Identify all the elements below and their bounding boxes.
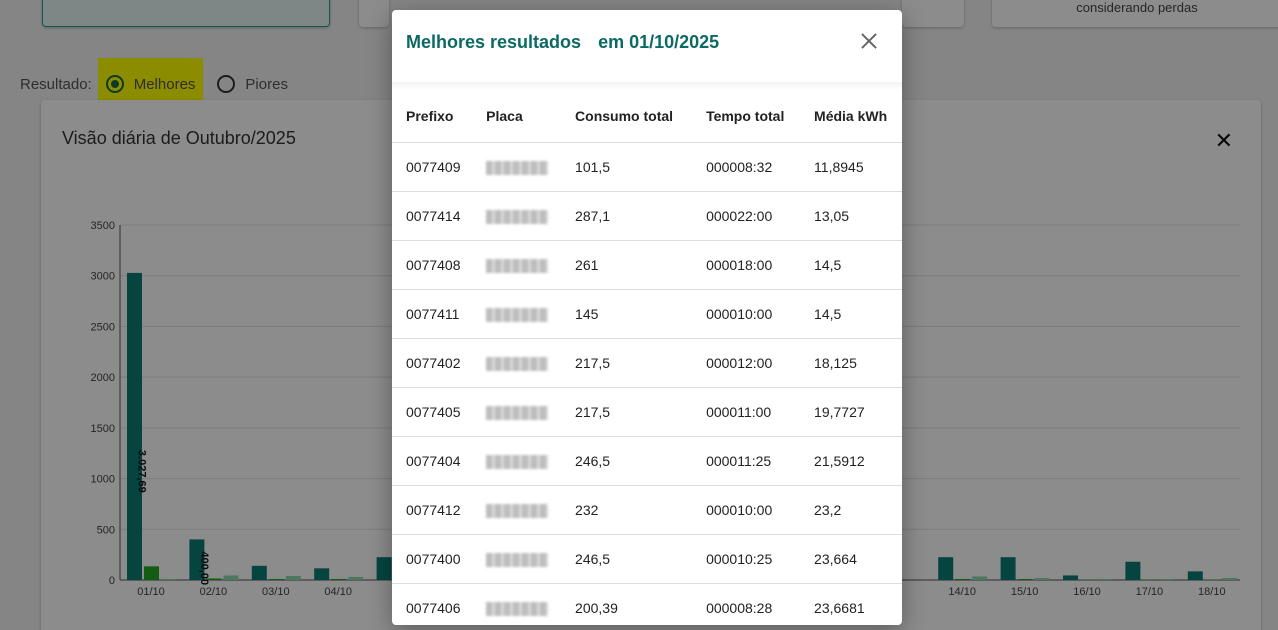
cell-tempo: 000011:00 (692, 387, 801, 437)
cell-consumo: 261 (561, 240, 693, 290)
table-row[interactable]: 0077408 261 000018:00 14,5 (392, 240, 902, 290)
table-row[interactable]: 0077409 101,5 000008:32 11,8945 (392, 142, 902, 192)
table-row[interactable]: 0077412 232 000010:00 23,2 (392, 485, 902, 535)
table-row[interactable]: 0077406 200,39 000008:28 23,6681 (392, 583, 902, 625)
cell-consumo: 101,5 (561, 142, 693, 192)
cell-tempo: 000010:25 (692, 534, 801, 584)
cell-prefixo: 0077400 (392, 534, 473, 584)
cell-placa (472, 240, 562, 290)
table-row[interactable]: 0077414 287,1 000022:00 13,05 (392, 191, 902, 241)
cell-tempo: 000011:25 (692, 436, 801, 486)
cell-prefixo: 0077406 (392, 583, 473, 625)
cell-placa (472, 485, 562, 535)
cell-media: 13,05 (800, 191, 902, 241)
modal-title-date: em 01/10/2025 (598, 32, 720, 52)
redacted-plate (486, 209, 549, 224)
cell-consumo: 246,5 (561, 436, 693, 486)
cell-consumo: 287,1 (561, 191, 693, 241)
table-header-row: Prefixo Placa Consumo total Tempo total … (392, 90, 902, 143)
table-row[interactable]: 0077411 145 000010:00 14,5 (392, 289, 902, 339)
cell-placa (472, 338, 562, 388)
redacted-plate (486, 552, 549, 567)
redacted-plate (486, 601, 549, 616)
table-row[interactable]: 0077404 246,5 000011:25 21,5912 (392, 436, 902, 486)
table-row[interactable]: 0077405 217,5 000011:00 19,7727 (392, 387, 902, 437)
col-placa[interactable]: Placa (472, 90, 562, 143)
modal-divider (392, 82, 902, 90)
cell-tempo: 000008:32 (692, 142, 801, 192)
modal-title: Melhores resultados em 01/10/2025 (406, 32, 719, 53)
col-consumo[interactable]: Consumo total (561, 90, 693, 143)
cell-placa (472, 583, 562, 625)
cell-placa (472, 534, 562, 584)
table-row[interactable]: 0077402 217,5 000012:00 18,125 (392, 338, 902, 388)
cell-prefixo: 0077412 (392, 485, 473, 535)
cell-prefixo: 0077409 (392, 142, 473, 192)
col-prefixo[interactable]: Prefixo (392, 90, 473, 143)
modal-title-text: Melhores resultados (406, 32, 582, 52)
cell-tempo: 000010:00 (692, 485, 801, 535)
close-icon[interactable] (860, 32, 878, 50)
table-body: 0077409 101,5 000008:32 11,8945 0077414 287,1… (392, 142, 902, 625)
cell-consumo: 200,39 (561, 583, 693, 625)
cell-placa (472, 436, 562, 486)
cell-prefixo: 0077408 (392, 240, 473, 290)
cell-media: 11,8945 (800, 142, 902, 192)
cell-prefixo: 0077414 (392, 191, 473, 241)
cell-placa (472, 142, 562, 192)
results-table: Prefixo Placa Consumo total Tempo total … (392, 90, 902, 625)
cell-media: 23,6681 (800, 583, 902, 625)
col-media[interactable]: Média kWh (800, 90, 902, 143)
redacted-plate (486, 160, 549, 175)
cell-placa (472, 387, 562, 437)
redacted-plate (486, 503, 549, 518)
cell-placa (472, 191, 562, 241)
cell-consumo: 217,5 (561, 338, 693, 388)
cell-media: 18,125 (800, 338, 902, 388)
cell-tempo: 000022:00 (692, 191, 801, 241)
cell-media: 21,5912 (800, 436, 902, 486)
cell-media: 14,5 (800, 240, 902, 290)
cell-placa (472, 289, 562, 339)
cell-prefixo: 0077411 (392, 289, 473, 339)
cell-consumo: 145 (561, 289, 693, 339)
cell-tempo: 000010:00 (692, 289, 801, 339)
best-results-modal: Melhores resultados em 01/10/2025 Prefix… (392, 10, 902, 625)
redacted-plate (486, 307, 549, 322)
redacted-plate (486, 454, 549, 469)
table-row[interactable]: 0077400 246,5 000010:25 23,664 (392, 534, 902, 584)
redacted-plate (486, 405, 549, 420)
cell-tempo: 000012:00 (692, 338, 801, 388)
cell-prefixo: 0077405 (392, 387, 473, 437)
cell-media: 23,664 (800, 534, 902, 584)
cell-consumo: 217,5 (561, 387, 693, 437)
cell-tempo: 000018:00 (692, 240, 801, 290)
cell-tempo: 000008:28 (692, 583, 801, 625)
col-tempo[interactable]: Tempo total (692, 90, 801, 143)
modal-header: Melhores resultados em 01/10/2025 (392, 10, 902, 82)
redacted-plate (486, 258, 549, 273)
cell-media: 14,5 (800, 289, 902, 339)
cell-prefixo: 0077404 (392, 436, 473, 486)
cell-media: 19,7727 (800, 387, 902, 437)
cell-consumo: 232 (561, 485, 693, 535)
cell-consumo: 246,5 (561, 534, 693, 584)
cell-media: 23,2 (800, 485, 902, 535)
cell-prefixo: 0077402 (392, 338, 473, 388)
redacted-plate (486, 356, 549, 371)
